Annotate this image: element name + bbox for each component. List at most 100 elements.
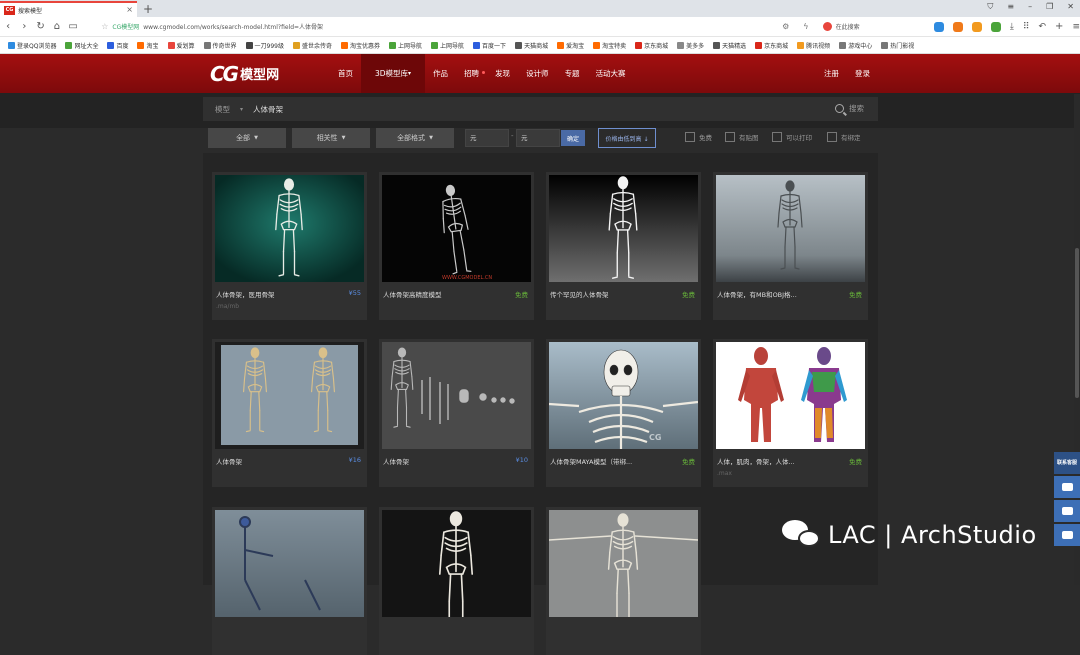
bookmark-item[interactable]: 传奇世界 bbox=[203, 41, 237, 50]
back-icon[interactable]: ‹ bbox=[0, 21, 16, 32]
site-search-button[interactable]: 搜索 bbox=[835, 103, 864, 114]
undo-icon[interactable]: ↶ bbox=[1039, 22, 1047, 32]
model-name[interactable]: 人体，肌肉，骨架，人体... bbox=[717, 456, 795, 466]
weibo-icon[interactable] bbox=[1054, 476, 1080, 498]
nav-item-7[interactable]: 活动大赛 bbox=[588, 54, 634, 93]
settings-icon[interactable]: ⚙ bbox=[782, 22, 789, 31]
filter-printable-checkbox[interactable]: 可以打印 bbox=[772, 132, 812, 142]
nav-item-5[interactable]: 设计师 bbox=[518, 54, 557, 93]
model-thumbnail[interactable]: WWW.CGMODEL.CN bbox=[382, 175, 531, 282]
bookmark-item[interactable]: 百度 bbox=[107, 41, 128, 50]
wechat-icon[interactable] bbox=[990, 21, 1001, 32]
download-icon[interactable]: ⤓ bbox=[1010, 22, 1014, 32]
model-thumbnail[interactable] bbox=[382, 342, 531, 449]
grid-icon[interactable]: ⠿ bbox=[1023, 22, 1030, 32]
shirt-icon[interactable]: ⛉ bbox=[987, 2, 993, 12]
confirm-price-button[interactable]: 确定 bbox=[561, 130, 585, 146]
bookmark-item[interactable]: 腾讯视频 bbox=[797, 41, 830, 50]
model-card[interactable] bbox=[546, 507, 701, 655]
model-name[interactable]: 人体骨架高精度模型 bbox=[383, 289, 442, 299]
browser-tab[interactable]: CG 搜索模型 × bbox=[0, 1, 137, 17]
model-name[interactable]: 人体骨架 bbox=[216, 456, 242, 466]
model-card[interactable]: 人体，肌肉，骨架，人体... 免费 .max bbox=[713, 339, 868, 487]
bookmark-item[interactable]: 盛世余传奇 bbox=[292, 41, 332, 50]
model-card[interactable]: 传个罕见的人体骨架 免费 bbox=[546, 172, 701, 320]
wechat-share-icon[interactable] bbox=[1054, 500, 1080, 522]
bookmark-item[interactable]: 美多多 bbox=[677, 41, 704, 50]
bookmark-item[interactable]: 淘宝 bbox=[137, 41, 159, 50]
model-card[interactable]: 人体骨架，有MB和OBJ格... 免费 bbox=[713, 172, 868, 320]
close-tab-icon[interactable]: × bbox=[126, 5, 133, 14]
breadcrumb-root[interactable]: 模型 bbox=[215, 104, 230, 115]
login-link[interactable]: 登录 bbox=[855, 68, 870, 79]
model-thumbnail[interactable]: CG bbox=[549, 342, 698, 449]
model-name[interactable]: 人体骨架，医用骨架 bbox=[216, 289, 275, 299]
bookmark-item[interactable]: 天猫精选 bbox=[713, 41, 746, 50]
model-card[interactable]: 人体骨架 ¥10 bbox=[379, 339, 534, 487]
nav-item-1[interactable]: 3D模型库 ▾ bbox=[361, 54, 426, 93]
model-thumbnail[interactable] bbox=[549, 510, 698, 617]
url-field[interactable]: ☆ CG模型网 www.cgmodel.com/works/search-mod… bbox=[101, 20, 652, 34]
bookmark-item[interactable]: 京东商城 bbox=[755, 41, 788, 50]
price-max-input[interactable]: 元 bbox=[516, 129, 560, 147]
minimize-icon[interactable]: – bbox=[1028, 2, 1032, 12]
play-icon[interactable] bbox=[933, 21, 944, 32]
filter-free-checkbox[interactable]: 免费 bbox=[685, 132, 712, 142]
reader-icon[interactable]: ▭ bbox=[65, 21, 81, 32]
home-icon[interactable]: ⌂ bbox=[49, 21, 65, 32]
search-engine-icon[interactable] bbox=[822, 22, 832, 31]
model-thumbnail[interactable] bbox=[716, 342, 865, 449]
nav-item-2[interactable]: 作品 bbox=[425, 54, 456, 93]
filter-rigged-checkbox[interactable]: 有绑定 bbox=[827, 132, 861, 142]
bookmark-item[interactable]: 上网导航 bbox=[431, 41, 464, 50]
bookmark-item[interactable]: 游戏中心 bbox=[839, 41, 872, 50]
model-thumbnail[interactable] bbox=[215, 175, 364, 282]
model-card[interactable]: CG 人体骨架MAYA模型（带绑... 免费 bbox=[546, 339, 701, 487]
scrollbar-thumb[interactable] bbox=[1075, 248, 1079, 398]
model-name[interactable]: 人体骨架MAYA模型（带绑... bbox=[550, 456, 632, 466]
browser-search-input[interactable]: 在此搜索 bbox=[822, 20, 922, 33]
add-icon[interactable]: + bbox=[1055, 21, 1063, 32]
nav-item-6[interactable]: 专题 bbox=[557, 54, 588, 93]
relevance-dropdown[interactable]: 相关性 ▼ bbox=[292, 128, 370, 148]
model-thumbnail[interactable] bbox=[382, 510, 531, 617]
bookmark-item[interactable]: 天猫商城 bbox=[515, 41, 548, 50]
model-card[interactable]: WWW.CGMODEL.CN 人体骨架高精度模型 免费 bbox=[379, 172, 534, 320]
bookmark-item[interactable]: 淘宝优惠券 bbox=[341, 41, 380, 50]
model-name[interactable]: 人体骨架，有MB和OBJ格... bbox=[717, 289, 797, 299]
bookmark-item[interactable]: 京东商城 bbox=[635, 41, 668, 50]
menu-icon[interactable]: ≡ bbox=[1007, 2, 1014, 12]
bookmark-item[interactable]: 百度一下 bbox=[473, 41, 506, 50]
star-icon[interactable]: ☆ bbox=[101, 22, 108, 31]
bookmark-item[interactable]: 爱淘宝 bbox=[557, 41, 584, 50]
model-card[interactable] bbox=[212, 507, 367, 655]
close-window-icon[interactable]: ✕ bbox=[1067, 2, 1074, 12]
restore-icon[interactable]: ❐ bbox=[1046, 2, 1053, 12]
forward-icon[interactable]: › bbox=[16, 21, 32, 32]
category-dropdown[interactable]: 全部 ▼ bbox=[208, 128, 286, 148]
game-icon[interactable] bbox=[952, 21, 963, 32]
register-link[interactable]: 注册 bbox=[824, 68, 839, 79]
model-thumbnail[interactable] bbox=[549, 175, 698, 282]
model-name[interactable]: 人体骨架 bbox=[383, 456, 409, 466]
format-dropdown[interactable]: 全部格式 ▼ bbox=[376, 128, 454, 148]
bookmark-item[interactable]: 登录QQ浏览器 bbox=[8, 41, 56, 50]
model-card[interactable]: 人体骨架 ¥16 bbox=[212, 339, 367, 487]
filter-texture-checkbox[interactable]: 有贴图 bbox=[725, 132, 759, 142]
sort-price-button[interactable]: 价格由低到高 ↓ bbox=[598, 128, 656, 148]
nav-item-3[interactable]: 招聘 bbox=[456, 54, 487, 93]
bookmark-item[interactable]: 热门影视 bbox=[881, 41, 914, 50]
model-thumbnail[interactable] bbox=[716, 175, 865, 282]
price-min-input[interactable]: 元 bbox=[465, 129, 509, 147]
bookmark-item[interactable]: 淘宝特卖 bbox=[593, 41, 626, 50]
bookmark-item[interactable]: 一刀999级 bbox=[245, 41, 284, 50]
nav-item-0[interactable]: 首页 bbox=[330, 54, 361, 93]
bookmark-item[interactable]: 爱划算 bbox=[167, 41, 195, 50]
model-card[interactable]: 人体骨架，医用骨架 ¥55 .ma/mb bbox=[212, 172, 367, 320]
model-card[interactable] bbox=[379, 507, 534, 655]
more-icon[interactable]: ≡ bbox=[1072, 22, 1080, 32]
bookmark-item[interactable]: 网址大全 bbox=[65, 41, 98, 50]
bookmark-item[interactable]: 上网导航 bbox=[389, 41, 422, 50]
site-logo[interactable]: CG 模型网 bbox=[210, 61, 279, 86]
model-thumbnail[interactable] bbox=[215, 342, 364, 449]
